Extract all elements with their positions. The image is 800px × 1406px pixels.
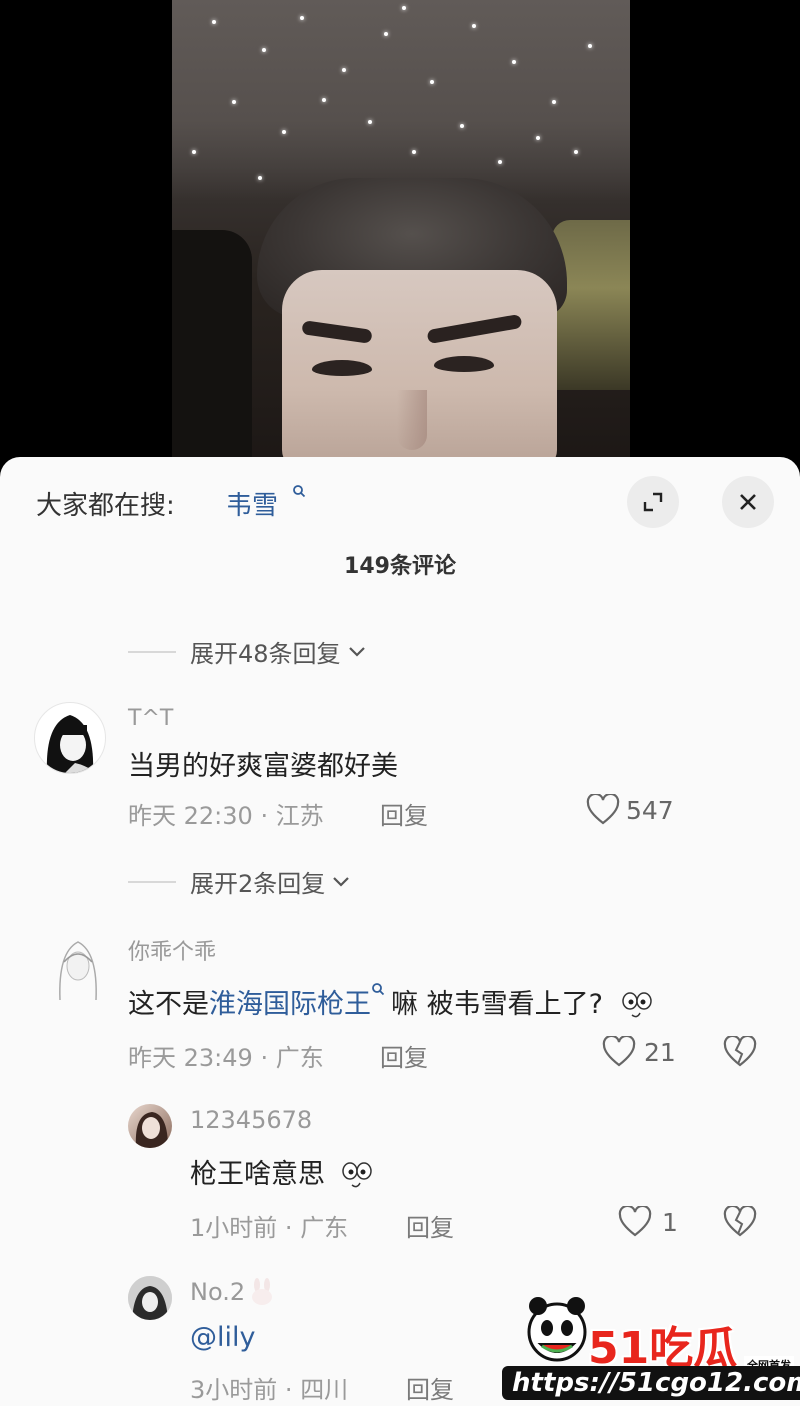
dislike-broken-heart-icon[interactable] bbox=[722, 1206, 758, 1238]
emoji-sticker-icon bbox=[341, 1161, 372, 1187]
watermark-url: https://51cgo12.com bbox=[502, 1366, 800, 1400]
search-keyword-link[interactable]: 淮海国际枪王 bbox=[209, 989, 371, 1020]
dislike-broken-heart-icon[interactable] bbox=[722, 1036, 758, 1068]
comment-location: 江苏 bbox=[275, 802, 324, 830]
car-seat bbox=[172, 230, 252, 470]
comment-text-part: 嘛 被韦雪看上了? bbox=[391, 989, 603, 1020]
car-window bbox=[552, 220, 630, 390]
expand-sheet-button[interactable] bbox=[627, 476, 679, 528]
sketch-girl-avatar-icon bbox=[59, 941, 97, 1001]
comment-text-part: 这不是 bbox=[128, 989, 209, 1020]
comment-text: 这不是淮海国际枪王嘛 被韦雪看上了? bbox=[128, 982, 654, 1023]
comment-meta: 昨天 23:49 · 广东 bbox=[128, 1044, 324, 1072]
reply-button[interactable]: 回复 bbox=[406, 1208, 454, 1243]
expand-replies-button[interactable]: 展开48条回复 bbox=[128, 634, 367, 669]
video-player[interactable] bbox=[0, 0, 800, 470]
user-photo-avatar-icon bbox=[128, 1276, 172, 1320]
comment-count: 149条评论 bbox=[344, 554, 456, 579]
reply-username-row[interactable]: No.2 bbox=[190, 1278, 275, 1306]
close-button[interactable] bbox=[722, 476, 774, 528]
reply-username: No.2 bbox=[190, 1278, 246, 1306]
search-icon bbox=[293, 485, 306, 498]
avatar[interactable] bbox=[128, 1104, 172, 1148]
comment-time: 昨天 22:30 bbox=[128, 802, 253, 830]
emoji-sticker-icon bbox=[621, 991, 652, 1017]
reply-text: 枪王啥意思 bbox=[190, 1152, 374, 1193]
reply-text-content: 枪王啥意思 bbox=[190, 1159, 325, 1190]
like-count: 547 bbox=[626, 795, 674, 825]
reply-button[interactable]: 回复 bbox=[380, 796, 428, 831]
reply-meta: 3小时前 · 四川 bbox=[190, 1376, 349, 1404]
reply-location: 广东 bbox=[300, 1214, 349, 1242]
comment-meta: 昨天 22:30 · 江苏 bbox=[128, 802, 324, 830]
starry-ceiling bbox=[172, 0, 630, 200]
reply-button[interactable]: 回复 bbox=[380, 1038, 428, 1073]
expand-replies-label: 展开2条回复 bbox=[190, 870, 326, 898]
comment-time: 昨天 23:49 bbox=[128, 1044, 253, 1072]
like-button[interactable]: 21 bbox=[602, 1036, 676, 1068]
avatar[interactable] bbox=[50, 932, 106, 1002]
comment-location: 广东 bbox=[275, 1044, 324, 1072]
heart-icon bbox=[618, 1206, 652, 1237]
panda-mascot-icon bbox=[527, 1297, 587, 1362]
search-term-link[interactable]: 韦雪 bbox=[226, 485, 278, 522]
user-photo-avatar-icon bbox=[135, 1112, 168, 1148]
expand-replies-label: 展开48条回复 bbox=[190, 640, 341, 668]
reply-location: 四川 bbox=[300, 1376, 349, 1404]
heart-icon bbox=[602, 1036, 636, 1067]
expand-icon bbox=[643, 492, 663, 512]
nose bbox=[397, 390, 427, 450]
avatar[interactable] bbox=[128, 1276, 172, 1320]
like-button[interactable]: 1 bbox=[618, 1206, 678, 1238]
reply-meta: 1小时前 · 广东 bbox=[190, 1214, 349, 1242]
search-icon bbox=[372, 983, 385, 996]
anime-girl-avatar-icon bbox=[46, 715, 97, 773]
like-count: 21 bbox=[644, 1037, 676, 1067]
heart-icon bbox=[586, 794, 620, 825]
comment-username[interactable]: T^T bbox=[128, 706, 173, 731]
chevron-down-icon bbox=[348, 646, 365, 657]
expand-replies-button[interactable]: 展开2条回复 bbox=[128, 864, 351, 899]
mention-link[interactable]: @lily bbox=[190, 1322, 255, 1353]
divider bbox=[128, 880, 176, 883]
bunny-icon bbox=[252, 1278, 273, 1305]
divider bbox=[128, 650, 176, 653]
comment-sheet bbox=[0, 457, 800, 1406]
comment-text: 当男的好爽富婆都好美 bbox=[128, 751, 398, 782]
like-button[interactable]: 547 bbox=[586, 794, 674, 826]
chevron-down-icon bbox=[333, 876, 350, 887]
comment-username[interactable]: 你乖个乖 bbox=[128, 934, 216, 966]
video-frame bbox=[172, 0, 630, 470]
like-count: 1 bbox=[662, 1207, 678, 1237]
avatar[interactable] bbox=[34, 702, 106, 774]
reply-time: 1小时前 bbox=[190, 1214, 278, 1242]
close-icon bbox=[740, 494, 756, 510]
reply-button[interactable]: 回复 bbox=[406, 1370, 454, 1405]
reply-time: 3小时前 bbox=[190, 1376, 278, 1404]
reply-username[interactable]: 12345678 bbox=[190, 1106, 312, 1134]
search-prefix-label: 大家都在搜: bbox=[36, 491, 175, 521]
